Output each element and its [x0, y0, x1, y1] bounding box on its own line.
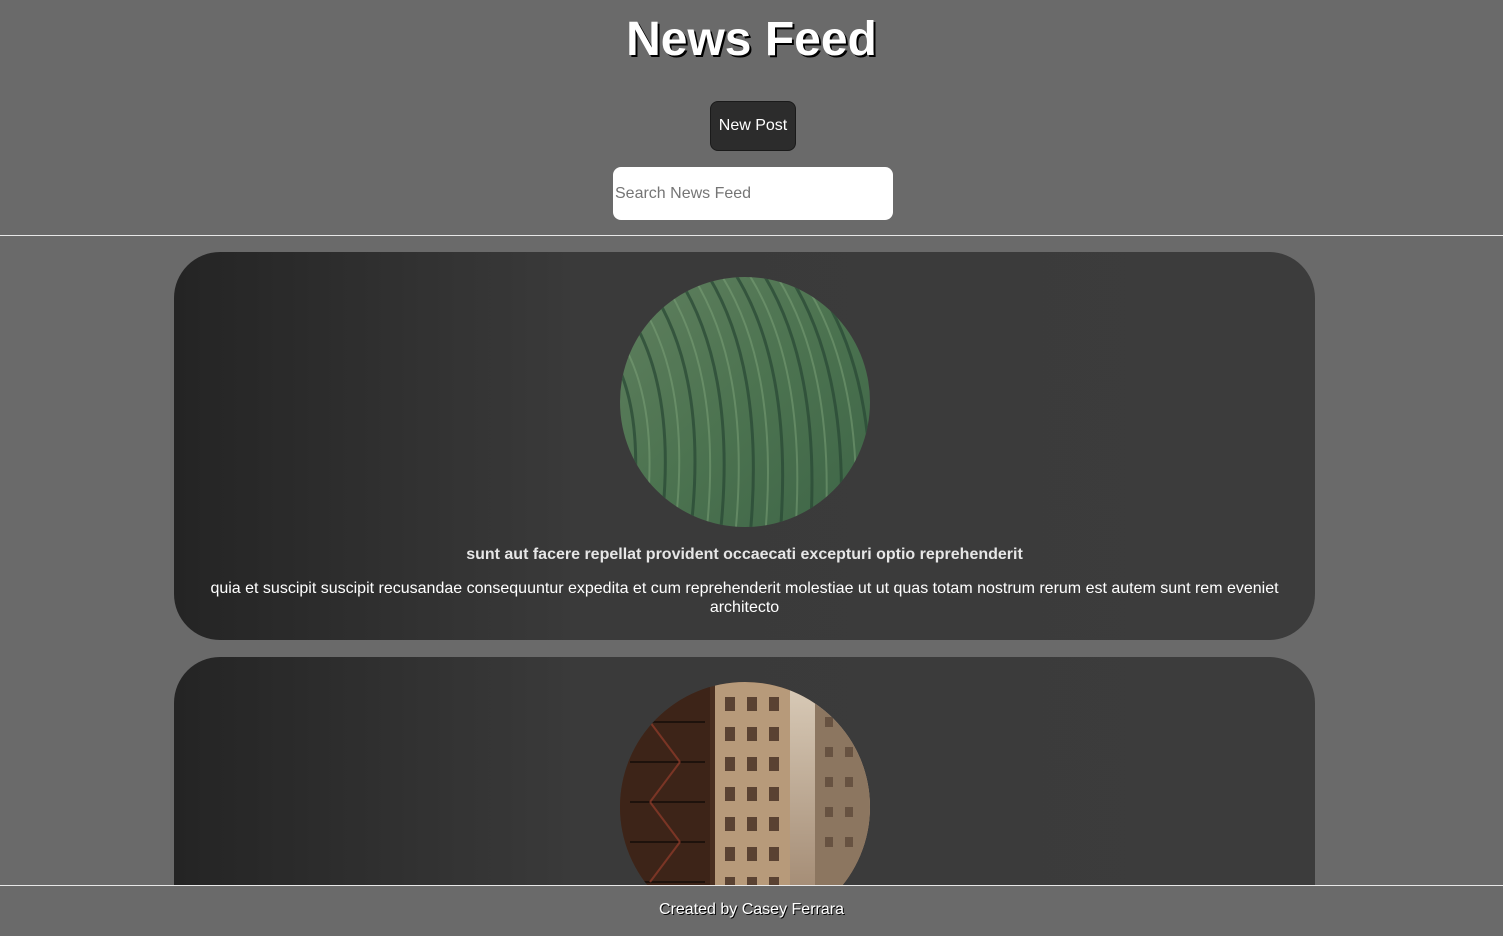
new-post-button[interactable]: New Post [710, 101, 796, 151]
post-title: sunt aut facere repellat provident occae… [466, 546, 1023, 563]
news-feed[interactable]: sunt aut facere repellat provident occae… [0, 237, 1503, 885]
search-input[interactable] [613, 167, 893, 220]
post-body: quia et suscipit suscipit recusandae con… [210, 580, 1279, 616]
post-image [620, 682, 870, 885]
footer-credit: Created by Casey Ferrara [659, 901, 844, 918]
post-card: sunt aut facere repellat provident occae… [174, 252, 1315, 640]
header: News Feed New Post [0, 0, 1503, 236]
footer: Created by Casey Ferrara [0, 885, 1503, 936]
post-image [620, 277, 870, 527]
post-card [174, 657, 1315, 885]
page: News Feed New Post Search News Feed sunt… [0, 0, 1503, 936]
page-title: News Feed [626, 13, 877, 66]
